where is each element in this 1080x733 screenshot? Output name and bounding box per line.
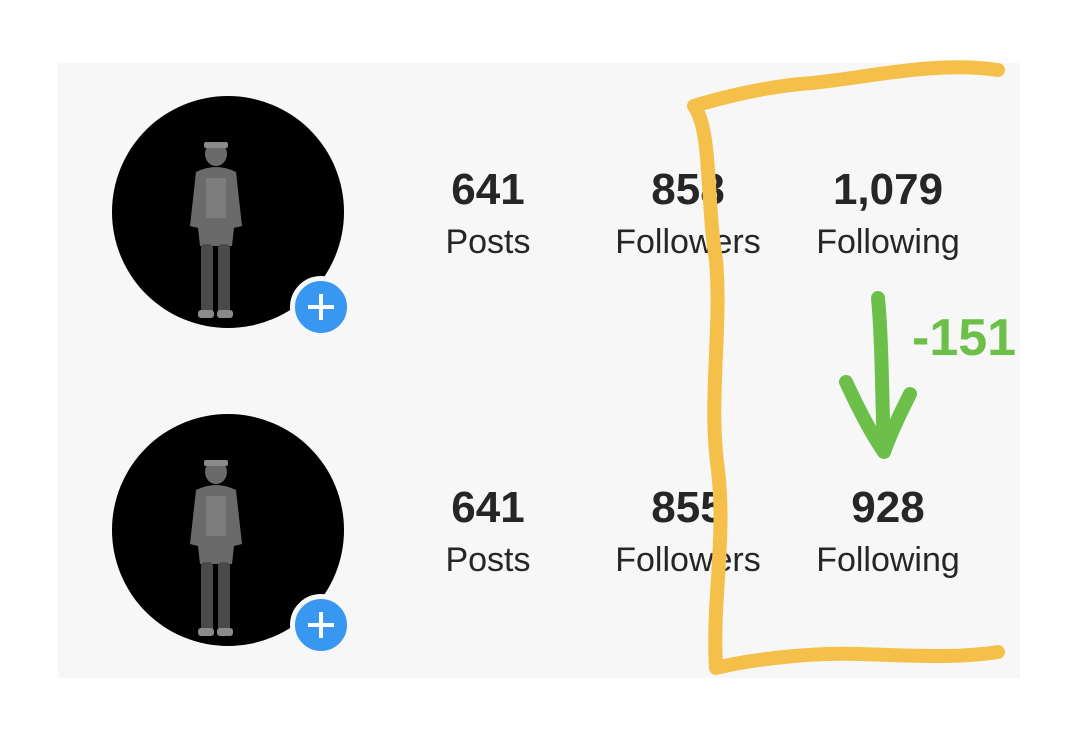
following-label: Following [816,541,960,579]
followers-label: Followers [615,223,761,261]
following-count: 928 [851,483,925,532]
followers-count: 858 [651,165,725,214]
followers-label: Followers [615,541,761,579]
profile-header-after: 641 Posts 855 Followers 928 Following [0,414,1080,656]
following-label: Following [816,223,960,261]
plus-icon [308,294,334,320]
posts-count: 641 [451,165,525,214]
followers-count: 855 [651,483,725,532]
posts-stat[interactable]: 641 Posts [388,164,588,264]
difference-annotation: -151 [912,309,1017,367]
following-count: 1,079 [832,165,944,214]
profile-header-before: 641 Posts 858 Followers 1,079 Following [0,96,1080,338]
following-stat[interactable]: 928 Following [788,482,988,582]
add-story-button[interactable] [290,276,352,338]
posts-count: 641 [451,483,525,532]
followers-stat[interactable]: 858 Followers [588,164,788,264]
followers-stat[interactable]: 855 Followers [588,482,788,582]
following-stat[interactable]: 1,079 Following [788,164,988,264]
plus-icon [308,612,334,638]
add-story-button[interactable] [290,594,352,656]
posts-label: Posts [445,541,531,579]
posts-label: Posts [445,223,531,261]
posts-stat[interactable]: 641 Posts [388,482,588,582]
